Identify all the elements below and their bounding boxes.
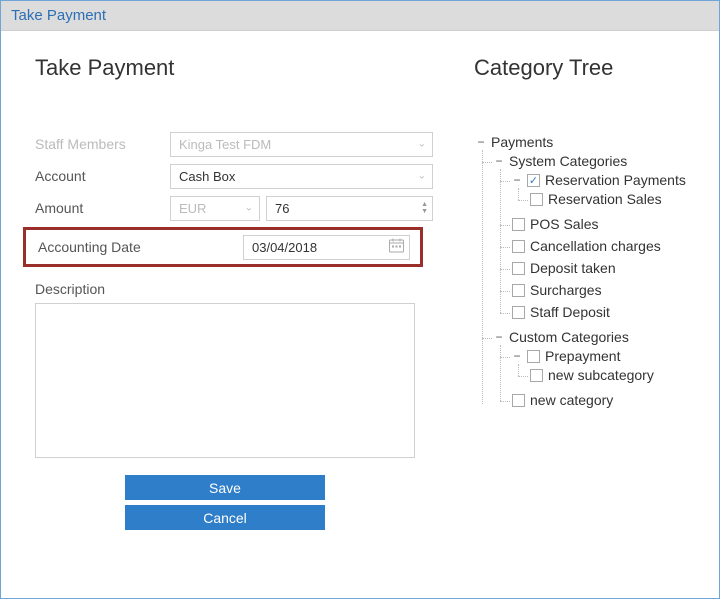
button-stack: Save Cancel — [35, 475, 415, 530]
tree-node-new-subcategory[interactable]: new subcategory — [530, 367, 709, 383]
tree-label[interactable]: Staff Deposit — [530, 304, 610, 320]
row-amount: Amount EUR ⌄ 76 ▲ ▼ — [35, 195, 458, 221]
tree-node-system-categories[interactable]: − System Categories — [494, 153, 709, 169]
checkbox-surcharges[interactable] — [512, 284, 525, 297]
checkbox-reservation-payments[interactable] — [527, 174, 540, 187]
checkbox-cancellation-charges[interactable] — [512, 240, 525, 253]
collapse-icon[interactable]: − — [512, 174, 522, 186]
label-account: Account — [35, 168, 170, 184]
tree-label[interactable]: Reservation Sales — [548, 191, 662, 207]
tree-node-prepayment[interactable]: − Prepayment — [512, 348, 709, 364]
checkbox-reservation-sales[interactable] — [530, 193, 543, 206]
staff-select[interactable]: Kinga Test FDM ⌄ — [170, 132, 433, 157]
collapse-icon[interactable]: − — [476, 136, 486, 148]
checkbox-staff-deposit[interactable] — [512, 306, 525, 319]
page-title: Take Payment — [35, 55, 458, 81]
calendar-icon[interactable] — [389, 239, 404, 256]
label-amount: Amount — [35, 200, 170, 216]
tree-label[interactable]: POS Sales — [530, 216, 598, 232]
tree-node-deposit-taken[interactable]: Deposit taken — [512, 260, 709, 276]
checkbox-pos-sales[interactable] — [512, 218, 525, 231]
tree-label[interactable]: Cancellation charges — [530, 238, 661, 254]
tree-label[interactable]: Payments — [491, 134, 553, 150]
take-payment-window: Take Payment Take Payment Staff Members … — [0, 0, 720, 599]
stepper-down-icon[interactable]: ▼ — [421, 208, 428, 215]
save-button[interactable]: Save — [125, 475, 325, 500]
tree-label[interactable]: Prepayment — [545, 348, 620, 364]
form-pane: Take Payment Staff Members Kinga Test FD… — [1, 31, 474, 596]
account-select-value: Cash Box — [179, 169, 235, 184]
currency-select[interactable]: EUR ⌄ — [170, 196, 260, 221]
tree-label[interactable]: Reservation Payments — [545, 172, 686, 188]
accounting-date-input[interactable]: 03/04/2018 — [243, 235, 410, 260]
tree-label[interactable]: Deposit taken — [530, 260, 616, 276]
description-textarea[interactable] — [35, 303, 415, 458]
label-description: Description — [35, 281, 458, 297]
window-content: Take Payment Staff Members Kinga Test FD… — [1, 31, 719, 596]
row-staff: Staff Members Kinga Test FDM ⌄ — [35, 131, 458, 157]
tree-node-reservation-payments[interactable]: − Reservation Payments — [512, 172, 709, 188]
label-staff: Staff Members — [35, 136, 170, 152]
collapse-icon[interactable]: − — [494, 331, 504, 343]
label-accounting-date: Accounting Date — [38, 239, 243, 255]
chevron-down-icon: ⌄ — [418, 139, 426, 150]
row-accounting-date: Accounting Date 03/04/2018 — [26, 234, 414, 260]
tree-label[interactable]: new category — [530, 392, 613, 408]
tree-node-surcharges[interactable]: Surcharges — [512, 282, 709, 298]
category-tree: − Payments − System Categories — [474, 131, 709, 417]
checkbox-new-subcategory[interactable] — [530, 369, 543, 382]
chevron-down-icon: ⌄ — [245, 203, 253, 214]
account-select[interactable]: Cash Box ⌄ — [170, 164, 433, 189]
tree-label[interactable]: System Categories — [509, 153, 627, 169]
stepper-up-icon[interactable]: ▲ — [421, 201, 428, 208]
cancel-button[interactable]: Cancel — [125, 505, 325, 530]
window-title: Take Payment — [1, 1, 719, 31]
collapse-icon[interactable]: − — [512, 350, 522, 362]
amount-stepper[interactable]: ▲ ▼ — [421, 197, 428, 220]
checkbox-new-category[interactable] — [512, 394, 525, 407]
collapse-icon[interactable]: − — [494, 155, 504, 167]
tree-label[interactable]: new subcategory — [548, 367, 654, 383]
accounting-date-value: 03/04/2018 — [252, 240, 317, 255]
checkbox-deposit-taken[interactable] — [512, 262, 525, 275]
amount-value: 76 — [275, 201, 289, 216]
tree-pane: Category Tree − Payments − System Cate — [474, 31, 719, 596]
tree-label[interactable]: Surcharges — [530, 282, 602, 298]
row-account: Account Cash Box ⌄ — [35, 163, 458, 189]
tree-node-staff-deposit[interactable]: Staff Deposit — [512, 304, 709, 320]
tree-heading: Category Tree — [474, 55, 709, 81]
tree-node-payments[interactable]: − Payments — [476, 134, 709, 150]
tree-node-pos-sales[interactable]: POS Sales — [512, 216, 709, 232]
chevron-down-icon: ⌄ — [418, 171, 426, 182]
staff-select-value: Kinga Test FDM — [179, 137, 271, 152]
tree-node-custom-categories[interactable]: − Custom Categories — [494, 329, 709, 345]
checkbox-prepayment[interactable] — [527, 350, 540, 363]
accounting-date-highlight: Accounting Date 03/04/2018 — [23, 227, 423, 267]
amount-input[interactable]: 76 ▲ ▼ — [266, 196, 433, 221]
currency-select-value: EUR — [179, 201, 206, 216]
tree-node-new-category[interactable]: new category — [512, 392, 709, 408]
tree-node-cancellation-charges[interactable]: Cancellation charges — [512, 238, 709, 254]
tree-node-reservation-sales[interactable]: Reservation Sales — [530, 191, 709, 207]
tree-label[interactable]: Custom Categories — [509, 329, 629, 345]
